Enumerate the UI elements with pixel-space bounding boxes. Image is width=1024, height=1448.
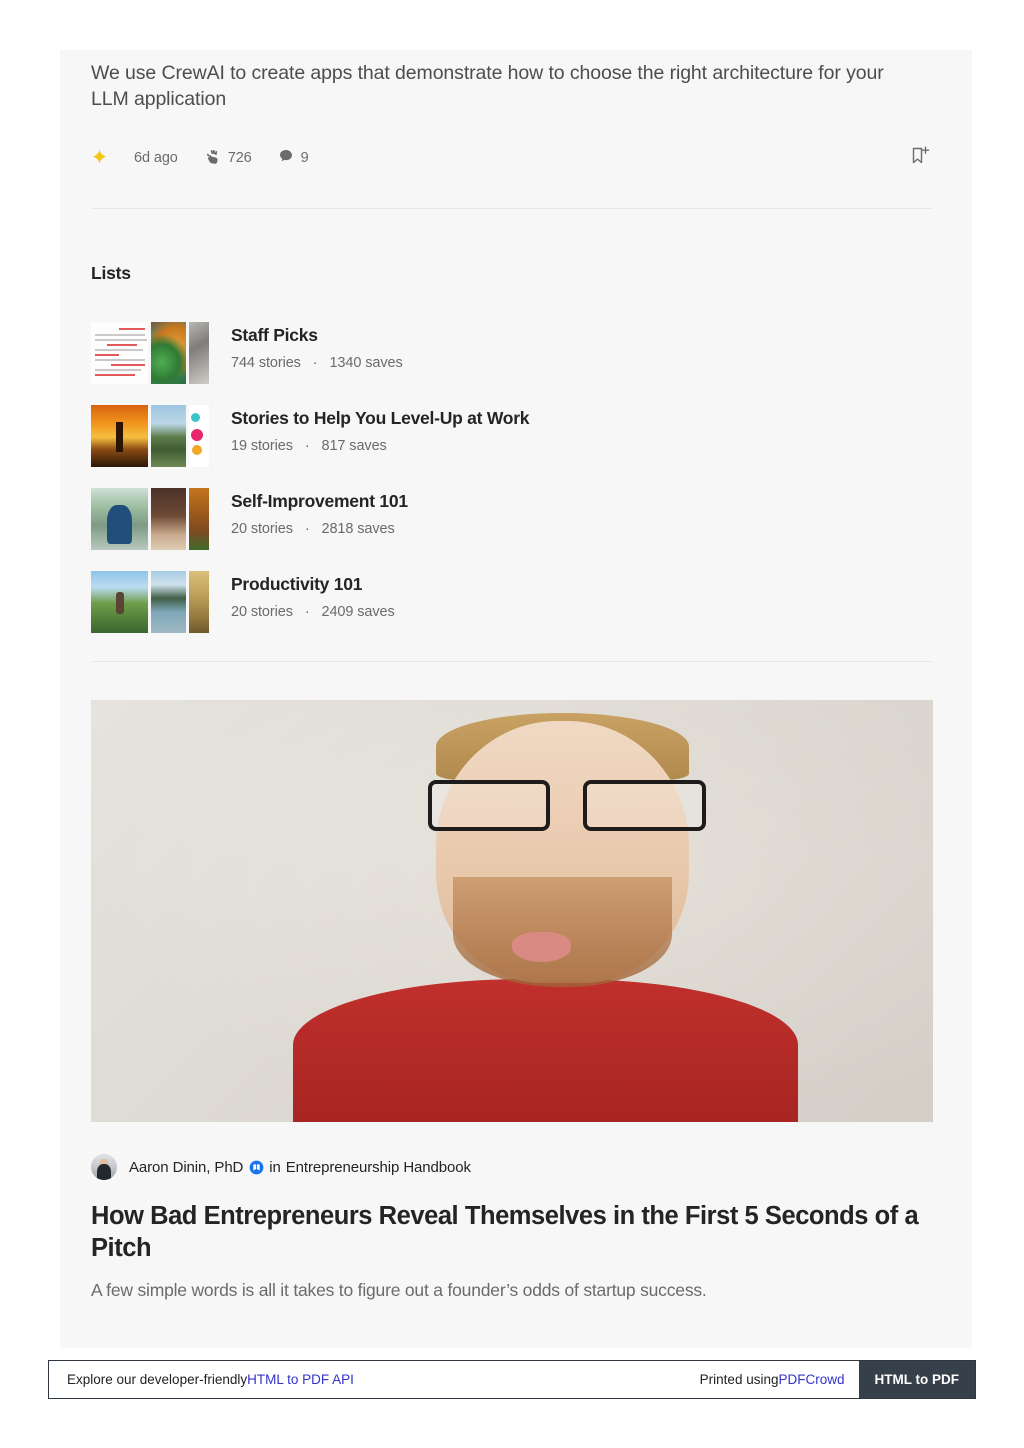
hero-article-image[interactable]: [91, 700, 933, 1122]
publish-date: 6d ago: [134, 150, 178, 166]
list-save-count: 817 saves: [321, 438, 387, 454]
top-article[interactable]: We use CrewAI to create apps that demons…: [91, 50, 933, 209]
footer-left-prefix: Explore our developer-friendly: [67, 1372, 248, 1387]
article-feed-card: We use CrewAI to create apps that demons…: [60, 50, 972, 1348]
top-article-title[interactable]: We use CrewAI to create apps that demons…: [91, 60, 901, 112]
list-thumbnail-3: [188, 571, 209, 633]
hero-photo-shirt: [293, 978, 799, 1122]
hero-photo-glasses: [427, 780, 706, 831]
list-title[interactable]: Staff Picks: [231, 324, 403, 346]
footer-right-prefix: Printed using: [699, 1372, 779, 1387]
publish-date-meta: 6d ago: [134, 150, 178, 166]
footer-left-text: Explore our developer-friendly HTML to P…: [49, 1361, 700, 1398]
comment-bubble-icon: [278, 148, 294, 168]
lists-section: Lists Staff Picks 744 stories · 1340 sav…: [91, 209, 933, 662]
hero-article[interactable]: Aaron Dinin, PhD in Entrepreneurship Han…: [91, 662, 933, 1302]
list-thumbnail-strip: [91, 488, 209, 550]
page-root: We use CrewAI to create apps that demons…: [0, 0, 1024, 1448]
list-thumbnail-2: [150, 571, 186, 633]
list-thumbnail-strip: [91, 405, 209, 467]
clap-meta[interactable]: 726: [204, 148, 252, 169]
pdfcrowd-footer-bar: Explore our developer-friendly HTML to P…: [48, 1360, 976, 1399]
clap-count: 726: [227, 150, 252, 166]
list-thumbnail-3: [188, 488, 209, 550]
lists-heading: Lists: [91, 263, 131, 283]
list-thumbnail-1: [91, 322, 148, 384]
list-thumbnail-2: [150, 322, 186, 384]
list-thumbnail-1: [91, 488, 148, 550]
list-stats-separator: ·: [304, 521, 310, 537]
glasses-left-lens: [427, 780, 551, 831]
list-stats: 19 stories · 817 saves: [231, 438, 529, 454]
star-meta: [91, 148, 108, 169]
list-text-block: Staff Picks 744 stories · 1340 saves: [231, 322, 403, 371]
list-text-block: Self-Improvement 101 20 stories · 2818 s…: [231, 488, 408, 537]
list-save-count: 2818 saves: [321, 521, 395, 537]
bookmark-add-button[interactable]: [907, 145, 933, 171]
avatar-image: [91, 1154, 117, 1180]
list-stats-separator: ·: [304, 604, 310, 620]
list-thumbnail-1: [91, 571, 148, 633]
list-stats: 744 stories · 1340 saves: [231, 355, 403, 371]
sparkle-star-icon: [91, 148, 108, 169]
list-thumbnail-strip: [91, 322, 209, 384]
publication-name[interactable]: Entrepreneurship Handbook: [286, 1159, 471, 1176]
list-story-count: 19 stories: [231, 438, 293, 454]
medium-member-badge-icon: [249, 1160, 264, 1175]
html-to-pdf-api-link[interactable]: HTML to PDF API: [247, 1372, 354, 1387]
list-save-count: 1340 saves: [329, 355, 403, 371]
hero-article-title[interactable]: How Bad Entrepreneurs Reveal Themselves …: [91, 1200, 926, 1264]
author-name[interactable]: Aaron Dinin, PhD: [129, 1159, 243, 1176]
hero-photo-tongue: [512, 932, 571, 962]
hero-byline: Aaron Dinin, PhD in Entrepreneurship Han…: [91, 1154, 933, 1180]
list-thumbnail-1: [91, 405, 148, 467]
list-item[interactable]: Productivity 101 20 stories · 2409 saves: [91, 571, 933, 633]
hero-article-subtitle: A few simple words is all it takes to fi…: [91, 1280, 707, 1300]
feed-inner-column: We use CrewAI to create apps that demons…: [91, 50, 933, 1302]
list-thumbnail-3: [188, 405, 209, 467]
glasses-right-lens: [583, 780, 706, 831]
comment-meta[interactable]: 9: [278, 148, 309, 168]
list-stats-separator: ·: [304, 438, 310, 454]
list-item[interactable]: Self-Improvement 101 20 stories · 2818 s…: [91, 488, 933, 550]
html-to-pdf-button[interactable]: HTML to PDF: [858, 1361, 975, 1398]
list-title[interactable]: Self-Improvement 101: [231, 490, 408, 512]
list-text-block: Productivity 101 20 stories · 2409 saves: [231, 571, 395, 620]
comment-count: 9: [300, 150, 309, 166]
bookmark-add-icon: [908, 144, 932, 173]
list-text-block: Stories to Help You Level-Up at Work 19 …: [231, 405, 530, 454]
list-stats-separator: ·: [312, 355, 318, 371]
clap-hand-icon: [204, 148, 221, 169]
list-thumbnail-strip: [91, 571, 209, 633]
list-item[interactable]: Stories to Help You Level-Up at Work 19 …: [91, 405, 933, 467]
list-thumbnail-2: [150, 405, 186, 467]
list-story-count: 20 stories: [231, 604, 293, 620]
list-stats: 20 stories · 2818 saves: [231, 521, 408, 537]
list-title[interactable]: Stories to Help You Level-Up at Work: [231, 407, 530, 429]
list-stats: 20 stories · 2409 saves: [231, 604, 395, 620]
list-thumbnail-3: [188, 322, 209, 384]
pdfcrowd-link[interactable]: PDFCrowd: [778, 1372, 844, 1387]
list-save-count: 2409 saves: [321, 604, 395, 620]
list-story-count: 20 stories: [231, 521, 293, 537]
footer-right-text: Printed using PDFCrowd: [700, 1361, 859, 1398]
top-article-meta-row: 6d ago 726 9: [91, 146, 933, 170]
hero-photo-beard: [453, 877, 672, 987]
byline-text: Aaron Dinin, PhD in Entrepreneurship Han…: [129, 1159, 471, 1176]
list-thumbnail-2: [150, 488, 186, 550]
list-story-count: 744 stories: [231, 355, 301, 371]
list-title[interactable]: Productivity 101: [231, 573, 395, 595]
avatar[interactable]: [91, 1154, 117, 1180]
byline-in-label: in: [269, 1158, 281, 1176]
list-item[interactable]: Staff Picks 744 stories · 1340 saves: [91, 322, 933, 384]
